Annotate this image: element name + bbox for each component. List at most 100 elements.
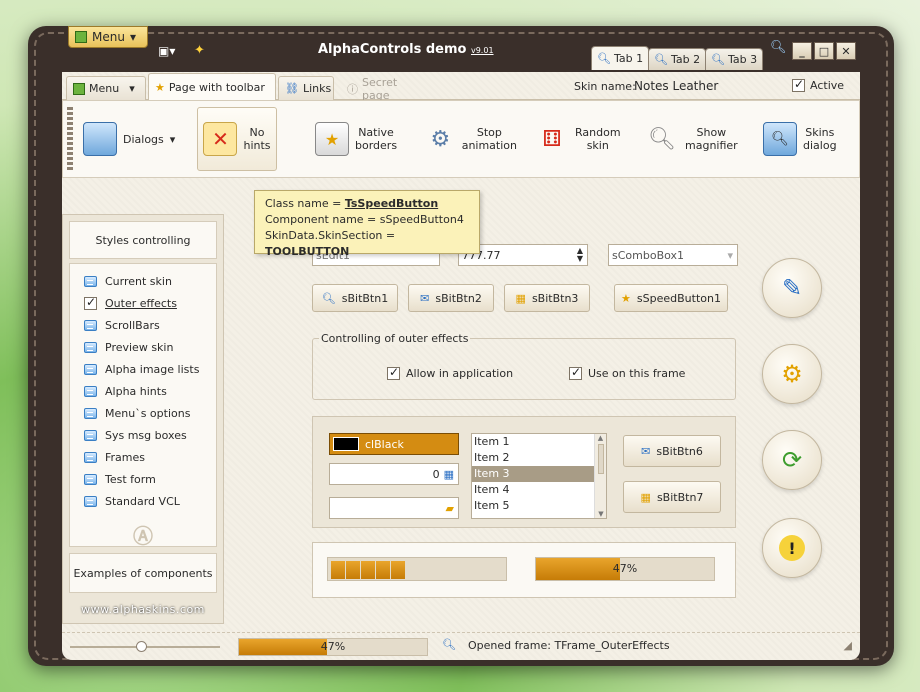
skins-dialog-button[interactable]: 🔍︎ Skins dialog — [763, 107, 853, 171]
sidebar-item-sys-msg-boxes[interactable]: Sys msg boxes — [70, 424, 216, 446]
settings-round-button[interactable]: ⚙ — [762, 344, 822, 404]
skins-dialog-icon: 🔍︎ — [763, 122, 797, 156]
window-icon — [84, 473, 97, 485]
sbitbtn6-label: sBitBtn6 — [656, 444, 703, 458]
dialogs-button[interactable]: Dialogs ▾ — [83, 107, 187, 171]
color-box[interactable]: clBlack — [329, 433, 459, 455]
calc-edit[interactable]: 0 ▦ — [329, 463, 459, 485]
window-icon — [84, 407, 97, 419]
status-progress-text: 47% — [320, 640, 346, 653]
refresh-round-button[interactable]: ⟳ — [762, 430, 822, 490]
magnifier-icon: 🔍︎ — [654, 53, 668, 66]
tab-links-label: Links — [302, 82, 332, 95]
list-scrollbar[interactable]: ▲ ▼ — [594, 434, 606, 518]
gift-icon: ▦ — [640, 490, 651, 504]
sidebar-item-label: Frames — [105, 450, 146, 464]
tab-page-with-toolbar[interactable]: ★ Page with toolbar — [148, 73, 276, 101]
sspeedbutton1[interactable]: ★ sSpeedButton1 — [614, 284, 728, 312]
sidebar-item-test-form[interactable]: Test form — [70, 468, 216, 490]
sbitbtn6[interactable]: ✉ sBitBtn6 — [623, 435, 721, 467]
allow-label: Allow in application — [406, 367, 514, 380]
window-icon — [84, 341, 97, 353]
random-skin-button[interactable]: ⚅ Random skin — [535, 107, 625, 171]
sidebar-item-outer-effects[interactable]: Outer effects — [70, 292, 216, 314]
magnifier-icon[interactable]: 🔍︎ — [770, 40, 787, 55]
sidebar-item-alpha-hints[interactable]: Alpha hints — [70, 380, 216, 402]
sbitbtn2[interactable]: ✉ sBitBtn2 — [408, 284, 494, 312]
sidebar: Styles controlling Current skin Outer ef… — [62, 214, 224, 624]
active-checkbox[interactable]: Active — [792, 77, 844, 92]
sidebar-item-frames[interactable]: Frames — [70, 446, 216, 468]
toolbar-grip[interactable] — [67, 107, 73, 171]
list-box[interactable]: Item 1 Item 2 Item 3 Item 4 Item 5 ▲ ▼ — [471, 433, 607, 519]
magnifier-icon: 🔍︎ — [597, 52, 611, 65]
list-item[interactable]: Item 4 — [472, 482, 594, 498]
sidebar-item-current-skin[interactable]: Current skin — [70, 270, 216, 292]
show-magnifier-button[interactable]: 🔍︎ Show magnifier — [645, 107, 749, 171]
combo-box[interactable]: sComboBox1 ▾ — [608, 244, 738, 266]
spin-arrows-icon[interactable]: ▲ ▼ — [577, 247, 587, 263]
skins-dialog-label: Skins dialog — [803, 126, 837, 152]
title-bar: Menu ▾ ▣▾ ✦ AlphaControls demo v9.01 🔍︎ … — [28, 26, 894, 72]
list-item[interactable]: Item 1 — [472, 434, 594, 450]
sidebar-item-label: Sys msg boxes — [105, 428, 187, 442]
use-check-box[interactable] — [569, 365, 582, 380]
sidebar-item-menus-options[interactable]: Menu`s options — [70, 402, 216, 424]
list-item[interactable]: Item 2 — [472, 450, 594, 466]
allow-check-box[interactable] — [387, 365, 400, 380]
close-button[interactable]: ✕ — [836, 42, 856, 60]
save-icon[interactable]: ▣▾ — [158, 44, 175, 58]
list-item[interactable]: Item 5 — [472, 498, 594, 514]
progress-segment — [391, 561, 405, 579]
info-round-button[interactable]: ! — [762, 518, 822, 578]
no-hints-button[interactable]: ✕ No hints — [197, 107, 277, 171]
resize-grip-icon[interactable]: ◢ — [844, 639, 852, 652]
allow-in-application-checkbox[interactable]: Allow in application — [387, 365, 514, 380]
sbitbtn1[interactable]: 🔍︎ sBitBtn1 — [312, 284, 398, 312]
scroll-thumb[interactable] — [597, 444, 604, 474]
title-tab-1[interactable]: 🔍︎ Tab 1 — [591, 46, 650, 70]
directory-edit[interactable]: ▰ — [329, 497, 459, 519]
scroll-down-icon[interactable]: ▼ — [595, 510, 606, 518]
use-on-frame-checkbox[interactable]: Use on this frame — [569, 365, 686, 380]
slider-thumb[interactable] — [136, 641, 147, 652]
use-label: Use on this frame — [588, 367, 686, 380]
native-borders-button[interactable]: ★ Native borders — [315, 107, 401, 171]
sidebar-item-label: Outer effects — [105, 296, 177, 310]
minimize-button[interactable]: _ — [792, 42, 812, 60]
stop-animation-button[interactable]: ⚙ Stop animation — [425, 107, 517, 171]
title-tab-label: Tab 2 — [670, 53, 701, 66]
main-menu-button[interactable]: Menu ▾ — [68, 26, 148, 48]
title-tab-2[interactable]: 🔍︎ Tab 2 — [648, 48, 707, 70]
sbitbtn7[interactable]: ▦ sBitBtn7 — [623, 481, 721, 513]
calc-value: 0 — [432, 467, 440, 481]
list-item[interactable]: Item 3 — [472, 466, 594, 482]
active-check-box[interactable] — [792, 77, 805, 92]
magnifier-icon[interactable]: 🔍︎ — [442, 638, 456, 651]
window-icon — [84, 275, 97, 287]
skin-name-value: Notes Leather — [634, 79, 719, 93]
tab-menu[interactable]: Menu ▾ — [66, 76, 146, 100]
magnifier-icon: 🔍︎ — [321, 291, 336, 305]
sidebar-item-preview-skin[interactable]: Preview skin — [70, 336, 216, 358]
calculator-icon[interactable]: ▦ — [444, 468, 454, 481]
outer-effects-group-title: Controlling of outer effects — [319, 332, 471, 345]
sidebar-item-alpha-image-lists[interactable]: Alpha image lists — [70, 358, 216, 380]
maximize-button[interactable]: □ — [814, 42, 834, 60]
sbitbtn3[interactable]: ▦ sBitBtn3 — [504, 284, 590, 312]
zoom-slider[interactable] — [70, 641, 220, 652]
scroll-up-icon[interactable]: ▲ — [595, 434, 606, 442]
examples-of-components-button[interactable]: Examples of components — [69, 553, 217, 593]
sidebar-item-scrollbars[interactable]: ScrollBars — [70, 314, 216, 336]
wand-icon[interactable]: ✦ — [194, 43, 205, 58]
refresh-icon: ⟳ — [781, 446, 803, 474]
tab-links[interactable]: ⛓ Links — [278, 76, 334, 100]
magnifier-icon: 🔍︎ — [648, 126, 676, 152]
hint-popup: Class name = TsSpeedButton Component nam… — [254, 190, 480, 258]
native-borders-label: Native borders — [355, 126, 398, 152]
folder-icon[interactable]: ▰ — [446, 502, 454, 515]
sidebar-item-standard-vcl[interactable]: Standard VCL — [70, 490, 216, 512]
website-link[interactable]: www.alphaskins.com — [63, 603, 223, 616]
title-tab-3[interactable]: 🔍︎ Tab 3 — [705, 48, 764, 70]
edit-round-button[interactable]: ✎ — [762, 258, 822, 318]
